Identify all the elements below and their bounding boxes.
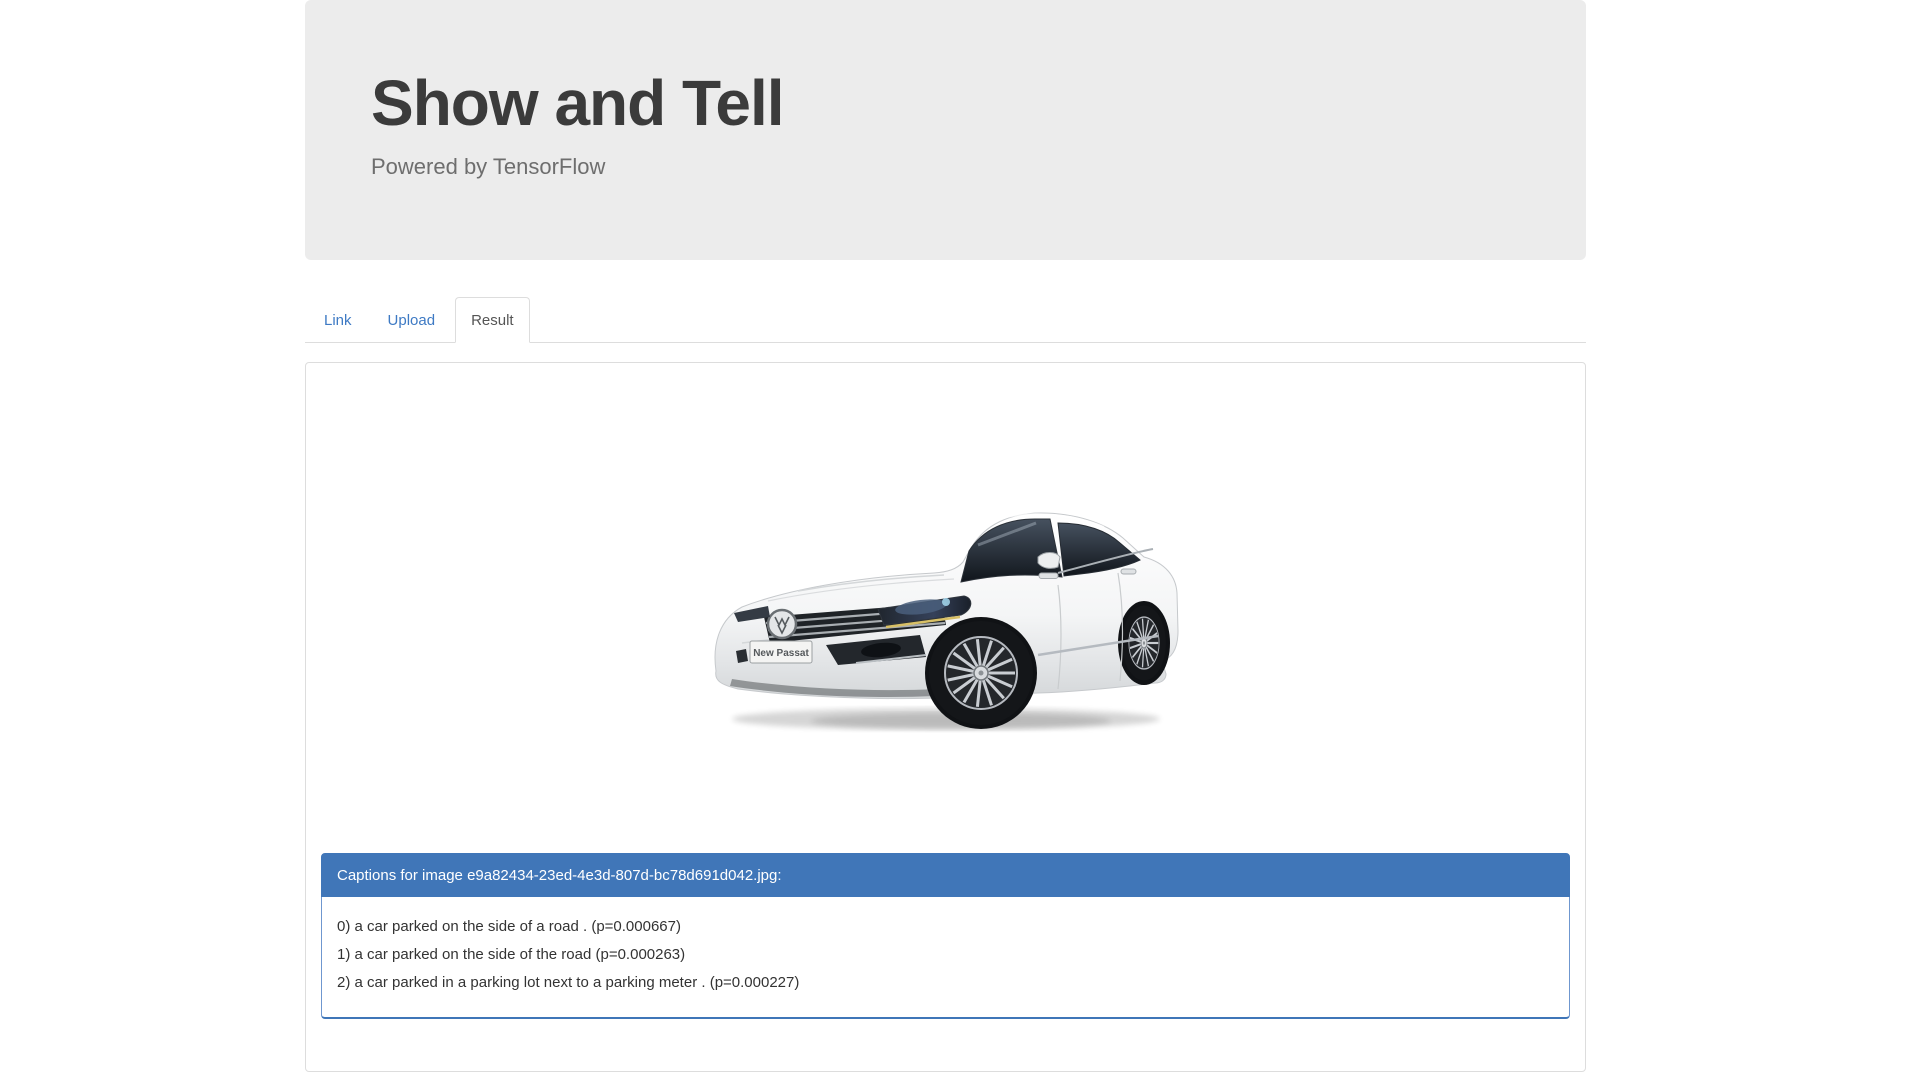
license-plate-text: New Passat [753, 648, 809, 659]
tab-result[interactable]: Result [455, 297, 530, 343]
result-panel: New Passat Captions for image e9a82434-2… [305, 362, 1586, 1072]
tab-link[interactable]: Link [308, 297, 368, 343]
tab-upload[interactable]: Upload [372, 297, 452, 343]
captions-list: 0) a car parked on the side of a road . … [321, 897, 1570, 1019]
captions-panel-header: Captions for image e9a82434-23ed-4e3d-80… [321, 853, 1570, 897]
result-image-area: New Passat [321, 378, 1570, 853]
captions-panel: Captions for image e9a82434-23ed-4e3d-80… [321, 853, 1570, 1019]
page-subtitle: Powered by TensorFlow [371, 154, 606, 179]
main-container: Show and Tell Powered by TensorFlow Link… [305, 0, 1586, 1072]
side-mirror [1037, 551, 1061, 569]
rear-wheel [1120, 603, 1167, 682]
caption-item-2: 2) a car parked in a parking lot next to… [337, 974, 800, 991]
caption-item-0: 0) a car parked on the side of a road . … [337, 918, 681, 935]
jumbotron: Show and Tell Powered by TensorFlow [305, 0, 1586, 260]
front-wheel [927, 619, 1034, 726]
license-plate: New Passat [749, 640, 812, 663]
caption-item-1: 1) a car parked on the side of the road … [337, 946, 686, 963]
vw-logo-icon [766, 608, 797, 639]
tab-bar: Link Upload Result [305, 297, 1586, 343]
car-image: New Passat [714, 511, 1179, 730]
page-title: Show and Tell [371, 67, 785, 139]
